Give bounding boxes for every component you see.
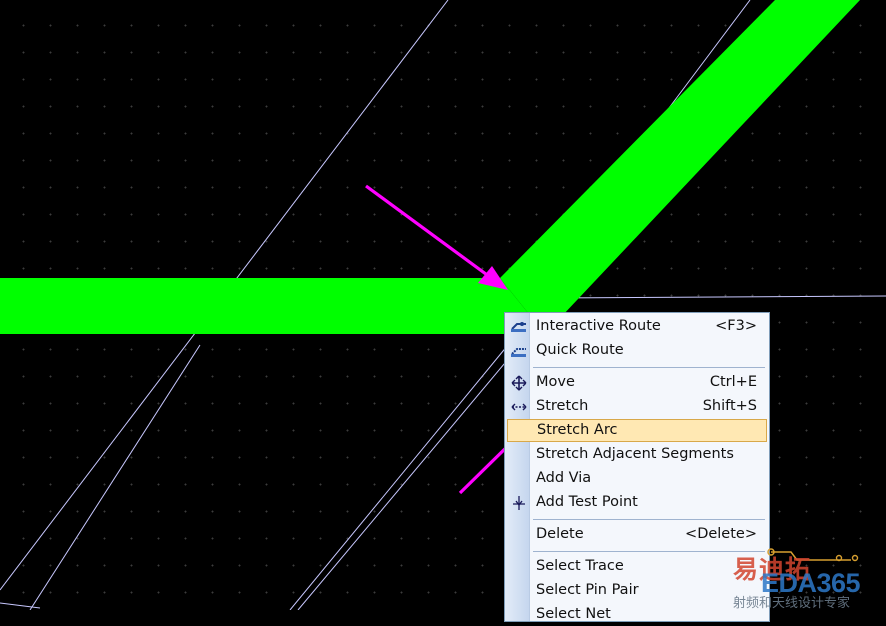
menu-item-label: Interactive Route bbox=[536, 318, 661, 334]
menu-item-label: Stretch Adjacent Segments bbox=[536, 446, 734, 462]
menu-item-label: Delete bbox=[536, 526, 584, 542]
menu-separator bbox=[533, 367, 765, 368]
watermark-sub-text: 射频和天线设计专家 bbox=[733, 596, 851, 611]
menu-item-select-net[interactable]: Select Net bbox=[507, 604, 767, 626]
test-point-icon bbox=[510, 495, 528, 511]
menu-item-interactive-route[interactable]: Interactive Route <F3> bbox=[507, 316, 767, 338]
menu-item-select-pin-pair[interactable]: Select Pin Pair bbox=[507, 580, 767, 602]
ratsnest-line bbox=[549, 295, 886, 299]
trace-horizontal[interactable] bbox=[0, 278, 545, 334]
quick-route-icon bbox=[510, 343, 528, 359]
menu-item-stretch-arc[interactable]: Stretch Arc bbox=[507, 419, 767, 442]
menu-item-stretch[interactable]: Stretch Shift+S bbox=[507, 396, 767, 418]
move-icon bbox=[510, 375, 528, 391]
menu-item-label: Select Pin Pair bbox=[536, 582, 639, 598]
ratsnest-line bbox=[297, 344, 521, 610]
ratsnest-line bbox=[29, 344, 201, 610]
menu-item-stretch-adjacent-segments[interactable]: Stretch Adjacent Segments bbox=[507, 444, 767, 466]
menu-item-add-via[interactable]: Add Via bbox=[507, 468, 767, 490]
menu-item-delete[interactable]: Delete <Delete> bbox=[507, 524, 767, 546]
menu-item-label: Stretch Arc bbox=[537, 422, 618, 438]
trace-diagonal[interactable] bbox=[500, 0, 860, 334]
menu-item-label: Quick Route bbox=[536, 342, 624, 358]
eda365-watermark-logo: 易迪拓 EDA365 射频和天线设计专家 bbox=[731, 546, 886, 611]
menu-item-label: Stretch bbox=[536, 398, 589, 414]
pointer-arrow-top bbox=[365, 184, 508, 290]
menu-item-label: Move bbox=[536, 374, 575, 390]
menu-separator bbox=[533, 519, 765, 520]
menu-item-shortcut: Shift+S bbox=[702, 398, 757, 414]
menu-item-shortcut: <Delete> bbox=[685, 526, 757, 542]
menu-item-add-test-point[interactable]: Add Test Point bbox=[507, 492, 767, 514]
menu-item-shortcut: <F3> bbox=[715, 318, 757, 334]
menu-item-label: Add Test Point bbox=[536, 494, 638, 510]
menu-item-quick-route[interactable]: Quick Route bbox=[507, 340, 767, 362]
menu-item-label: Select Trace bbox=[536, 558, 624, 574]
menu-item-shortcut: Ctrl+E bbox=[709, 374, 757, 390]
menu-item-label: Add Via bbox=[536, 470, 592, 486]
stretch-icon bbox=[510, 399, 528, 415]
menu-item-label: Select Net bbox=[536, 606, 611, 622]
menu-item-move[interactable]: Move Ctrl+E bbox=[507, 372, 767, 394]
menu-item-select-trace[interactable]: Select Trace bbox=[507, 556, 767, 578]
interactive-route-icon bbox=[510, 319, 528, 335]
